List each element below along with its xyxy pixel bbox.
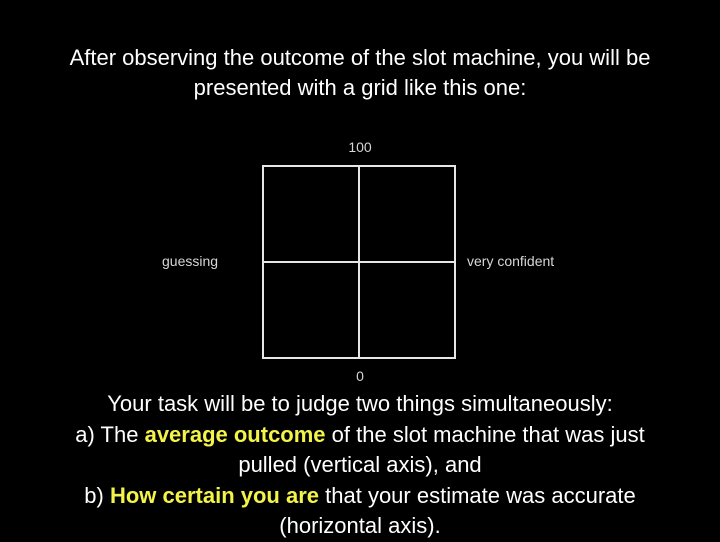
intro-line-2: presented with a grid like this one: (193, 75, 527, 100)
grid-bottom-label: 0 (356, 368, 364, 384)
task-b-highlight: How certain you are (109, 482, 320, 508)
task-item-a: a) The average outcome of the slot machi… (0, 420, 720, 451)
task-b-suffix: that your estimate was accurate (319, 482, 636, 508)
grid-left-label: guessing (162, 253, 219, 269)
intro-line-1: After observing the outcome of the slot … (69, 45, 651, 70)
task-item-b-line-2: (horizontal axis). (279, 513, 441, 538)
task-a-prefix: a) The (75, 421, 145, 447)
grid-top-label: 100 (348, 139, 372, 155)
grid-horizontal-divider (264, 261, 454, 263)
task-a-highlight: average outcome (144, 421, 326, 447)
grid-right-label: very confident (467, 253, 555, 269)
task-a-suffix: of the slot machine that was just (325, 421, 645, 447)
task-item-a-line-2: pulled (vertical axis), and (238, 452, 482, 477)
task-line-1: Your task will be to judge two things si… (107, 391, 613, 416)
response-grid (262, 165, 456, 359)
task-item-b: b) How certain you are that your estimat… (0, 481, 720, 512)
task-b-prefix: b) (84, 482, 110, 508)
intro-text: After observing the outcome of the slot … (0, 43, 720, 103)
task-instructions: Your task will be to judge two things si… (0, 389, 720, 542)
